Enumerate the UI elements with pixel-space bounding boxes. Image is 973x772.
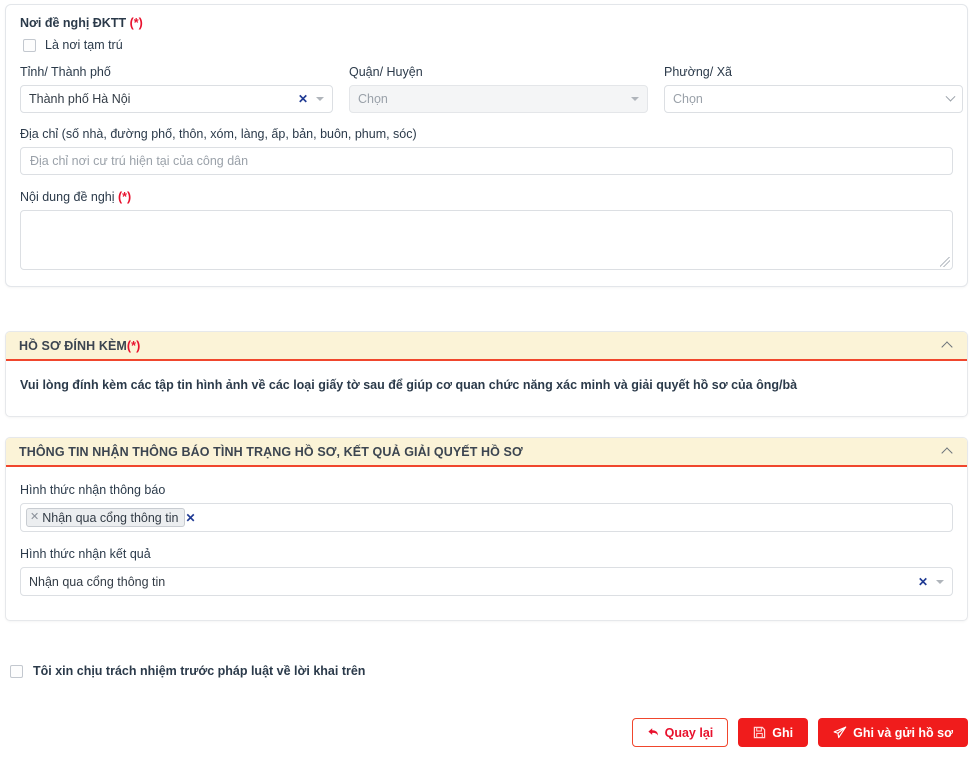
- request-content-label-text: Nội dung đề nghị: [20, 190, 115, 204]
- declaration-checkbox[interactable]: [10, 665, 23, 678]
- attachments-section-header[interactable]: HỒ SƠ ĐÍNH KÈM(*): [6, 332, 967, 361]
- address-input[interactable]: Địa chỉ nơi cư trú hiện tại của công dân: [20, 147, 953, 175]
- notify-method-label: Hình thức nhận thông báo: [20, 482, 953, 498]
- notify-method-chip[interactable]: ✕Nhận qua cổng thông tin: [26, 508, 185, 527]
- notify-method-field: Hình thức nhận thông báo ✕Nhận qua cổng …: [20, 482, 953, 532]
- back-button[interactable]: Quay lại: [632, 718, 729, 747]
- caret-down-icon[interactable]: [316, 97, 324, 101]
- clear-x-icon[interactable]: ✕: [298, 93, 308, 105]
- notify-method-select[interactable]: ✕Nhận qua cổng thông tin ✕: [20, 503, 953, 532]
- request-content-field: Nội dung đề nghị (*): [20, 189, 953, 270]
- save-and-send-button-label: Ghi và gửi hồ sơ: [853, 726, 953, 740]
- resize-grip-icon[interactable]: [940, 257, 950, 267]
- notification-section-title: THÔNG TIN NHẬN THÔNG BÁO TÌNH TRẠNG HỒ S…: [19, 445, 523, 459]
- temp-residence-checkbox-row[interactable]: Là nơi tạm trú: [23, 38, 953, 52]
- ward-label: Phường/ Xã: [664, 64, 963, 80]
- chip-label: Nhận qua cổng thông tin: [42, 511, 178, 525]
- back-button-label: Quay lại: [665, 726, 714, 740]
- caret-down-icon[interactable]: [631, 97, 639, 101]
- send-paper-plane-icon: [833, 726, 847, 739]
- ward-select[interactable]: Chọn: [664, 85, 963, 113]
- attachments-title-text: HỒ SƠ ĐÍNH KÈM: [19, 339, 127, 353]
- chevron-down-icon[interactable]: [946, 91, 956, 101]
- declaration-checkbox-label: Tôi xin chịu trách nhiệm trước pháp luật…: [33, 664, 365, 678]
- province-select[interactable]: Thành phố Hà Nội ✕: [20, 85, 333, 113]
- district-select[interactable]: Chọn: [349, 85, 648, 113]
- required-marker: (*): [130, 16, 143, 30]
- result-method-label: Hình thức nhận kết quả: [20, 546, 953, 562]
- province-field: Tỉnh/ Thành phố Thành phố Hà Nội ✕: [20, 64, 333, 113]
- address-label: Địa chỉ (số nhà, đường phố, thôn, xóm, l…: [20, 126, 953, 142]
- ward-field: Phường/ Xã Chọn: [664, 64, 963, 113]
- residence-panel: Nơi đề nghị ĐKTT (*) Là nơi tạm trú Tỉnh…: [5, 4, 968, 287]
- district-field: Quận/ Huyện Chọn: [349, 64, 648, 113]
- district-placeholder: Chọn: [358, 92, 388, 106]
- required-marker: (*): [127, 339, 141, 353]
- back-arrow-icon: [647, 727, 659, 738]
- attachments-section: HỒ SƠ ĐÍNH KÈM(*) Vui lòng đính kèm các …: [5, 331, 968, 417]
- notification-section-body: Hình thức nhận thông báo ✕Nhận qua cổng …: [6, 467, 967, 620]
- address-placeholder: Địa chỉ nơi cư trú hiện tại của công dân: [30, 154, 248, 168]
- result-method-value: Nhận qua cổng thông tin: [29, 575, 165, 589]
- clear-x-icon[interactable]: ✕: [185, 512, 195, 524]
- chevron-up-icon[interactable]: [941, 447, 952, 458]
- required-marker: (*): [118, 190, 131, 204]
- save-disk-icon: [753, 726, 766, 739]
- attachments-section-body: Vui lòng đính kèm các tập tin hình ảnh v…: [6, 361, 967, 416]
- temp-residence-checkbox[interactable]: [23, 39, 36, 52]
- residence-section-title: Nơi đề nghị ĐKTT: [20, 16, 126, 30]
- temp-residence-checkbox-label: Là nơi tạm trú: [45, 38, 123, 52]
- action-buttons: Quay lại Ghi Ghi và gửi hồ sơ: [632, 718, 968, 747]
- ward-placeholder: Chọn: [673, 92, 703, 106]
- attachments-section-title: HỒ SƠ ĐÍNH KÈM(*): [19, 339, 140, 353]
- save-button[interactable]: Ghi: [738, 718, 808, 747]
- result-method-field: Hình thức nhận kết quả Nhận qua cổng thô…: [20, 546, 953, 596]
- district-label: Quận/ Huyện: [349, 64, 648, 80]
- save-button-label: Ghi: [772, 726, 793, 740]
- result-method-select[interactable]: Nhận qua cổng thông tin ✕: [20, 567, 953, 596]
- chevron-up-icon[interactable]: [941, 341, 952, 352]
- caret-down-icon[interactable]: [936, 580, 944, 584]
- notification-section-header[interactable]: THÔNG TIN NHẬN THÔNG BÁO TÌNH TRẠNG HỒ S…: [6, 438, 967, 467]
- clear-x-icon[interactable]: ✕: [918, 576, 928, 588]
- request-content-label: Nội dung đề nghị (*): [20, 189, 953, 205]
- request-content-textarea[interactable]: [20, 210, 953, 270]
- attachments-note: Vui lòng đính kèm các tập tin hình ảnh v…: [20, 378, 953, 392]
- address-field: Địa chỉ (số nhà, đường phố, thôn, xóm, l…: [20, 126, 953, 175]
- province-label: Tỉnh/ Thành phố: [20, 64, 333, 80]
- notification-section: THÔNG TIN NHẬN THÔNG BÁO TÌNH TRẠNG HỒ S…: [5, 437, 968, 621]
- declaration-checkbox-row[interactable]: Tôi xin chịu trách nhiệm trước pháp luật…: [10, 664, 365, 678]
- chip-remove-icon[interactable]: ✕: [30, 512, 39, 523]
- province-value: Thành phố Hà Nội: [29, 92, 130, 106]
- save-and-send-button[interactable]: Ghi và gửi hồ sơ: [818, 718, 968, 747]
- residence-section-label: Nơi đề nghị ĐKTT (*): [20, 15, 953, 31]
- location-selects-grid: Tỉnh/ Thành phố Thành phố Hà Nội ✕ Quận/…: [20, 64, 953, 113]
